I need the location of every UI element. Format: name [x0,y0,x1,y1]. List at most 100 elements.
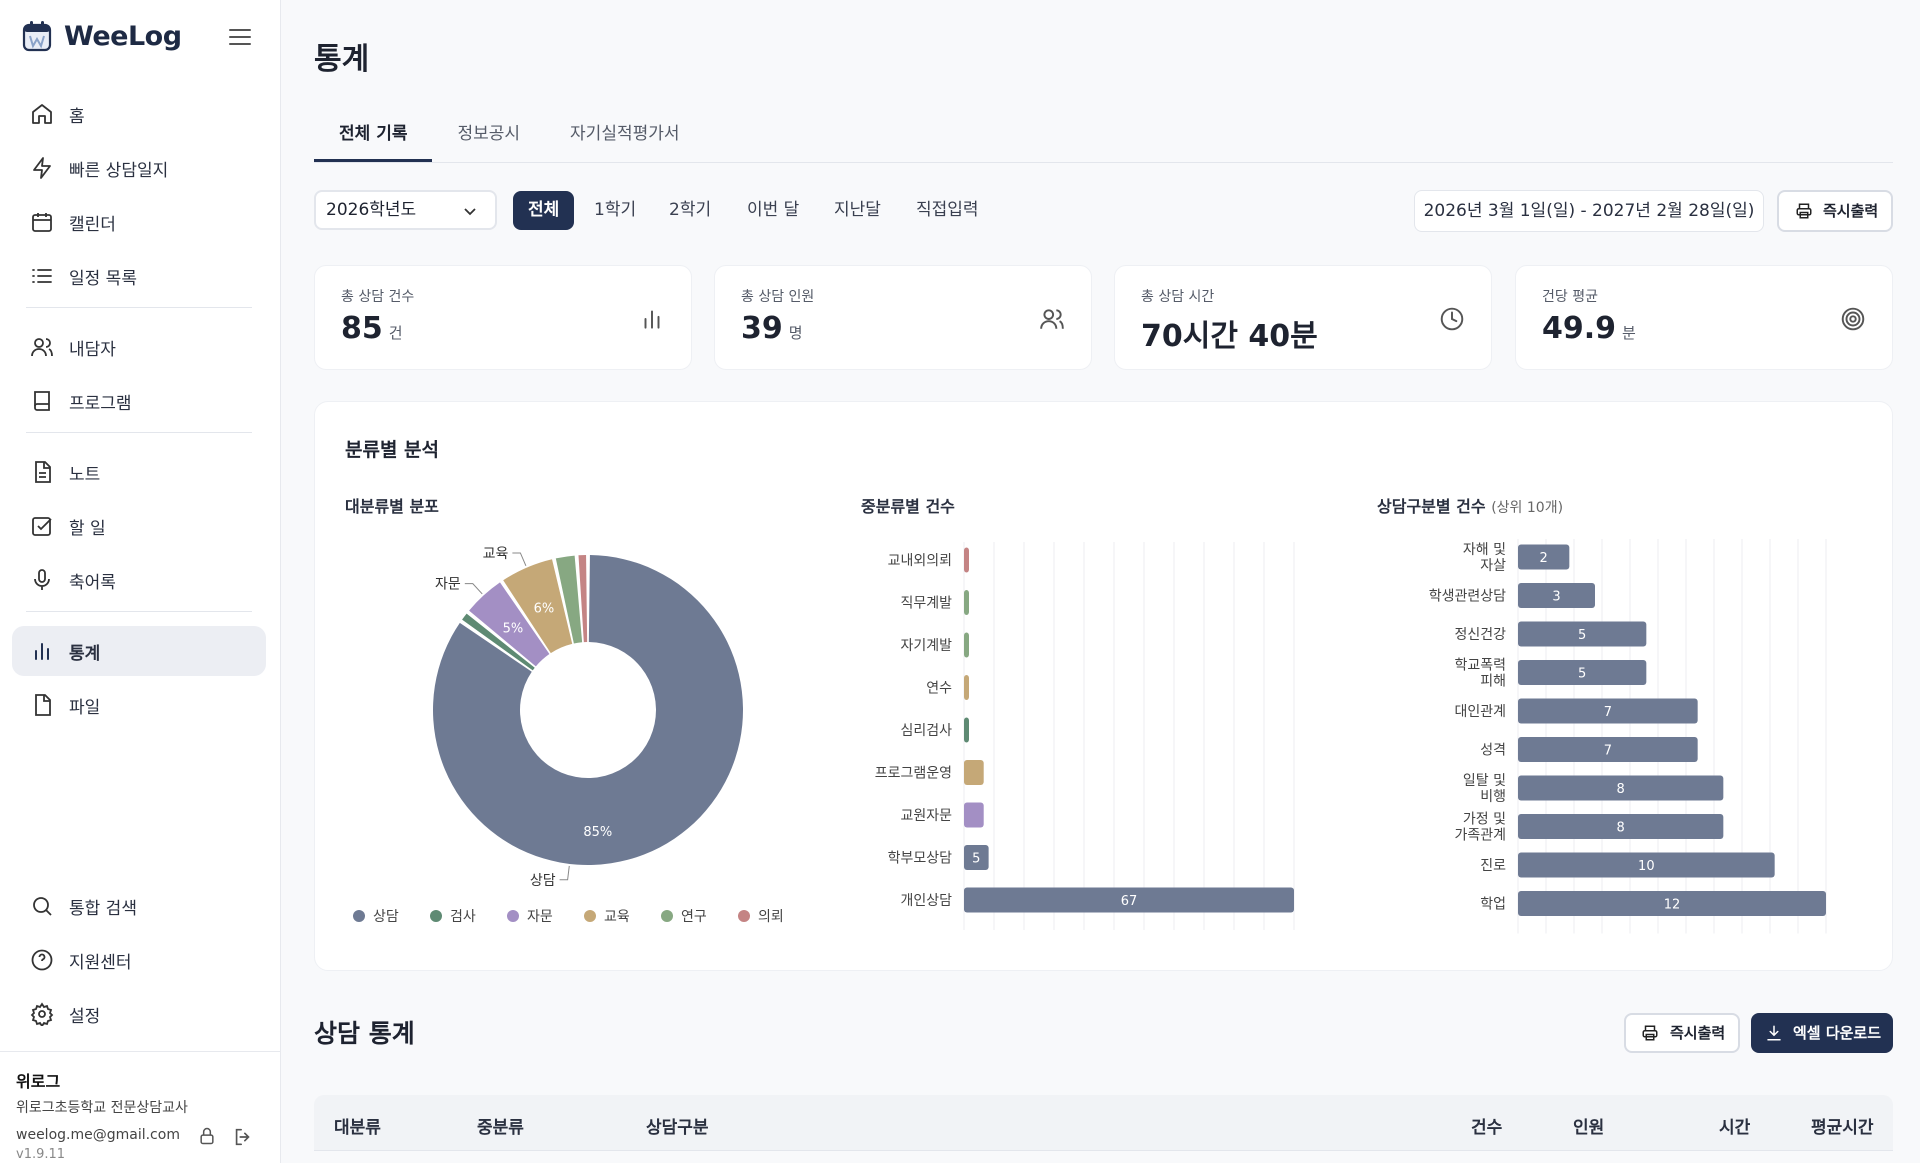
period-semester-2[interactable]: 2학기 [654,191,726,230]
legend-swatch-검사 [430,910,442,922]
nav-item-search[interactable]: 통합 검색 [12,881,266,931]
period-all[interactable]: 전체 [513,191,575,230]
nav-item-settings[interactable]: 설정 [12,989,266,1039]
printer-icon [1796,203,1812,219]
home-icon [32,104,52,124]
mid-chart-bar [964,632,969,658]
stat-label: 총 상담 건수 [341,289,415,305]
column-header[interactable]: 평균시간 [1811,1113,1874,1138]
legend-swatch-상담 [353,910,365,922]
legend-label-의뢰: 의뢰 [758,909,784,925]
logout-icon[interactable] [232,1126,254,1148]
brand[interactable]: WeeLog [22,20,182,52]
nav-item-programs[interactable]: 프로그램 [12,376,266,426]
pie-callout-label: 자문 [435,577,461,593]
nav-label: 통계 [69,643,101,664]
period-custom[interactable]: 직접입력 [901,191,994,230]
stat-label: 건당 평균 [1542,289,1598,305]
type-chart-category-label: 피해 [1480,674,1506,690]
mic-icon [34,569,50,590]
nav-item-calendar[interactable]: 캘린더 [12,197,266,247]
print-button[interactable]: 즉시출력 [1777,190,1893,232]
column-header[interactable]: 시간 [1719,1113,1750,1138]
nav-item-clients[interactable]: 내담자 [12,322,266,372]
print-button[interactable]: 즉시출력 [1624,1013,1740,1053]
filter-bar: 2026학년도 전체 1학기 2학기 이번 달 지난달 직접입력 2026년 3… [314,190,1893,232]
nav-label: 통합 검색 [69,898,137,919]
nav-item-files[interactable]: 파일 [12,680,266,730]
mid-chart-bar [964,717,969,743]
stat-number: 85 [341,311,383,346]
lock-icon[interactable] [197,1126,217,1146]
stat-value: 70시간 40분 [1141,311,1318,355]
nav-item-todo[interactable]: 할 일 [12,501,266,551]
year-select[interactable]: 2026학년도 [314,190,497,230]
nav-label: 프로그램 [69,393,132,414]
nav-item-quick-log[interactable]: 빠른 상담일지 [12,143,266,193]
period-this-month[interactable]: 이번 달 [732,191,814,230]
stat-value: 85 건 [341,311,403,346]
target-icon [1841,307,1865,331]
nav-item-home[interactable]: 홈 [12,89,266,139]
note-icon [35,461,51,483]
column-header[interactable]: 대분류 [334,1113,381,1138]
type-chart-category-label: 학생관련상담 [1429,589,1506,605]
users-icon [1040,309,1064,329]
main-nav: 홈 빠른 상담일지 캘린더 일정 목록 내담자 프로그램 노트 할 일 축어록 … [12,89,266,734]
period-last-month[interactable]: 지난달 [819,191,896,230]
stat-unit: 건 [388,324,403,342]
mid-chart-bar [964,590,969,615]
mid-chart-category-label: 교내외의뢰 [888,553,952,569]
type-chart-data-label: 8 [1617,821,1625,836]
nav-label: 일정 목록 [69,268,137,289]
type-chart-category-label: 대인관계 [1454,704,1506,720]
pie-data-label: 6% [534,602,555,617]
mid-chart-bar [964,547,969,573]
tab-all-records[interactable]: 전체 기록 [314,118,433,162]
stat-card-total-people: 총 상담 인원 39 명 [714,265,1092,370]
nav-label: 내담자 [69,339,116,360]
nav-divider [26,307,252,308]
printer-icon [1642,1025,1658,1041]
tab-self-evaluation[interactable]: 자기실적평가서 [545,118,704,162]
bottom-nav: 통합 검색 지원센터 설정 [12,881,266,1043]
stat-number: 70시간 40분 [1141,319,1318,354]
type-chart-data-label: 5 [1578,628,1586,643]
nav-item-transcript[interactable]: 축어록 [12,555,266,605]
calendar-icon [32,213,52,232]
nav-item-notes[interactable]: 노트 [12,447,266,497]
type-chart-data-label: 3 [1552,590,1560,605]
nav-item-schedule-list[interactable]: 일정 목록 [12,251,266,301]
nav-label: 빠른 상담일지 [69,160,169,181]
mid-chart-category-label: 학부모상담 [888,851,953,867]
bar-chart-icon [35,643,49,660]
user-name: 위로그 [16,1072,61,1091]
excel-label: 엑셀 다운로드 [1793,1024,1882,1042]
period-semester-1[interactable]: 1학기 [579,191,651,230]
pie-callout-line [559,865,570,881]
excel-download-button[interactable]: 엑셀 다운로드 [1751,1013,1893,1053]
column-header[interactable]: 인원 [1573,1113,1604,1138]
print-label: 즉시출력 [1823,202,1879,220]
clock-icon [1440,307,1464,331]
mid-chart-data-label: 67 [1121,894,1138,909]
date-range[interactable]: 2026년 3월 1일(일) - 2027년 2월 28일(일) [1414,190,1764,232]
nav-item-support[interactable]: 지원센터 [12,935,266,985]
mid-chart-bar [964,760,984,785]
column-header[interactable]: 중분류 [477,1113,524,1138]
download-icon [1767,1025,1781,1041]
year-select-value: 2026학년도 [326,200,417,220]
user-school: 위로그초등학교 전문상담교사 [16,1100,188,1116]
column-header[interactable]: 상담구분 [646,1113,709,1138]
type-chart-category-label: 학업 [1480,897,1506,913]
type-chart-data-label: 5 [1578,667,1586,682]
user-profile: 위로그 위로그초등학교 전문상담교사 weelog.me@gmail.com v… [0,1051,281,1163]
pie-callout-line [512,552,527,566]
nav-item-statistics[interactable]: 통계 [12,626,266,676]
hamburger-icon[interactable] [228,27,252,47]
type-chart-category-label: 가족관계 [1454,828,1506,844]
stat-card-average: 건당 평균 49.9 분 [1515,265,1893,370]
tab-disclosure[interactable]: 정보공시 [432,118,545,162]
column-header[interactable]: 건수 [1471,1113,1502,1138]
logo-icon [22,21,52,52]
